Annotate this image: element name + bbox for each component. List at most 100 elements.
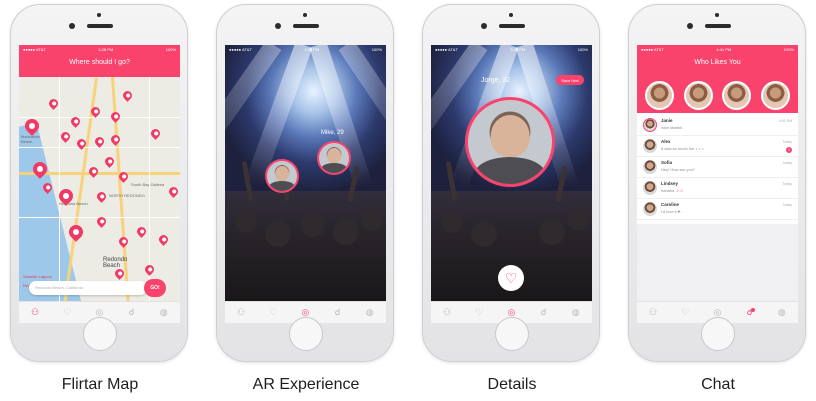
chat-icon[interactable]: ◍: [158, 307, 170, 319]
location-pin-icon[interactable]: [167, 185, 180, 198]
search-placeholder: Redondo Beach, California: [35, 285, 83, 290]
avatar: [643, 118, 657, 132]
location-pin-icon[interactable]: [121, 89, 134, 102]
location-pin-icon[interactable]: [149, 127, 162, 140]
crowd-head: [441, 211, 463, 233]
location-pin-icon[interactable]: [93, 135, 106, 148]
thumbs-icon[interactable]: ☌: [538, 307, 550, 319]
profile-name: Mike, 29: [321, 130, 344, 136]
chat-message: It was so much fun: [661, 146, 695, 151]
likes-avatar-strip: [637, 77, 798, 113]
location-pin-icon[interactable]: [109, 133, 122, 146]
map-view[interactable]: Manhattan Beach Hermosa Beach South Bay …: [19, 77, 180, 301]
location-pin-icon[interactable]: [157, 233, 170, 246]
map-label-seaside: Seaside Lagoon: [23, 274, 52, 279]
location-pin-icon[interactable]: [143, 263, 156, 276]
camera-lens: [69, 23, 75, 29]
chat-row[interactable]: Lindsey hahaha ☺☺ Today: [637, 178, 798, 199]
battery: 100%: [577, 47, 588, 52]
go-button[interactable]: GO!: [144, 279, 166, 297]
thumbs-icon[interactable]: ☌: [126, 307, 138, 319]
location-pin-icon[interactable]: [103, 155, 116, 168]
home-button[interactable]: [289, 317, 323, 351]
chat-list-empty-area: [637, 224, 798, 301]
crowd-head: [539, 219, 565, 245]
status-bar: ●●●●● AT&T 3:28 PM 100%: [19, 45, 180, 54]
phone-chat: ●●●●● AT&T 4:41 PM 100% Who Likes You Ja…: [628, 4, 806, 362]
chat-preview: It was so much fun ♪ ♪ ♪: [661, 146, 704, 151]
user-icon[interactable]: ⚇: [441, 307, 453, 319]
phone-details: Jorge, 32 Save him! ♡ ●●●●● AT&T 3:28 PM…: [422, 4, 600, 362]
carrier: ●●●●● AT&T: [23, 47, 46, 52]
header-title: Where should I go?: [69, 59, 130, 66]
phone-ar: Mike, 29 ●●●●● AT&T 3:28 PM 100% ⚇ ♡ ◎ ☌…: [216, 4, 394, 362]
speaker-grille: [499, 24, 525, 28]
crowd-head: [265, 221, 291, 247]
user-icon[interactable]: ⚇: [29, 307, 41, 319]
chat-time: Today: [782, 161, 792, 165]
location-pin-icon[interactable]: [66, 222, 86, 242]
proximity-dot: [509, 13, 513, 17]
thumbs-icon[interactable]: ☌: [744, 307, 756, 319]
home-button[interactable]: [83, 317, 117, 351]
avatar: [643, 160, 657, 174]
hearts-icon[interactable]: ♡: [267, 307, 279, 319]
chat-icon[interactable]: ◍: [570, 307, 582, 319]
chat-message: hahaha: [661, 188, 675, 193]
chat-time: Today: [782, 140, 792, 144]
like-heart-button[interactable]: ♡: [498, 265, 524, 291]
avatar: [643, 139, 657, 153]
caption-chat: Chat: [701, 376, 735, 393]
phone-map: ●●●●● AT&T 3:28 PM 100% Where should I g…: [10, 4, 188, 362]
concert-camera-view: Jorge, 32 Save him! ♡: [431, 45, 592, 301]
chat-message: Nice Martini: [661, 125, 683, 130]
proximity-dot: [715, 13, 719, 17]
location-pin-icon[interactable]: [135, 225, 148, 238]
location-pin-icon[interactable]: [59, 130, 72, 143]
profile-photo: [327, 148, 341, 164]
user-icon[interactable]: ⚇: [235, 307, 247, 319]
hearts-icon[interactable]: ♡: [61, 307, 73, 319]
chat-row[interactable]: Caroline I'd love it ♥ Today: [637, 199, 798, 220]
profile-detail-photo[interactable]: [465, 97, 555, 187]
chat-row[interactable]: Alex It was so much fun ♪ ♪ ♪ Today 1: [637, 136, 798, 157]
clock: 3:28 PM: [98, 47, 114, 52]
liker-avatar[interactable]: [644, 80, 674, 110]
map-label-redondo: Redondo Beach: [103, 257, 128, 269]
clock: 3:28 PM: [510, 47, 526, 52]
hearts-icon[interactable]: ♡: [679, 307, 691, 319]
ar-profile-bubble[interactable]: [265, 159, 299, 193]
chat-icon[interactable]: ◍: [776, 307, 788, 319]
map-label-manhattan: Manhattan Beach: [21, 134, 40, 144]
liker-avatar[interactable]: [683, 80, 713, 110]
profile-photo: [321, 163, 347, 173]
chat-name: Alex: [661, 139, 671, 144]
chat-icon[interactable]: ◍: [364, 307, 376, 319]
chat-name: Lindsey: [661, 181, 679, 186]
clock: 3:28 PM: [304, 47, 320, 52]
location-search-input[interactable]: Redondo Beach, California: [29, 281, 147, 295]
thumbs-icon[interactable]: ☌: [332, 307, 344, 319]
hearts-icon[interactable]: ♡: [473, 307, 485, 319]
liker-avatar[interactable]: [722, 80, 752, 110]
location-pin-icon[interactable]: [117, 235, 130, 248]
chat-message: Hey! How are you?: [661, 167, 696, 172]
crowd: [225, 160, 386, 301]
avatar: [643, 181, 657, 195]
profile-photo: [275, 166, 289, 182]
location-pin-icon[interactable]: [109, 110, 122, 123]
chat-row[interactable]: Sofia Hey! How are you? Today: [637, 157, 798, 178]
location-pin-icon[interactable]: [47, 97, 60, 110]
ar-profile-bubble-mike[interactable]: [317, 141, 351, 175]
liker-avatar[interactable]: [761, 80, 791, 110]
home-button[interactable]: [701, 317, 735, 351]
chat-row[interactable]: Janie Nice Martini 4:41 PM: [637, 115, 798, 136]
speaker-grille: [705, 24, 731, 28]
chat-emoji: ♥: [677, 209, 681, 214]
home-button[interactable]: [495, 317, 529, 351]
user-icon[interactable]: ⚇: [647, 307, 659, 319]
save-profile-button[interactable]: Save him!: [556, 75, 584, 85]
crowd-head: [301, 213, 325, 237]
location-pin-icon[interactable]: [95, 190, 108, 203]
location-pin-icon[interactable]: [87, 165, 100, 178]
